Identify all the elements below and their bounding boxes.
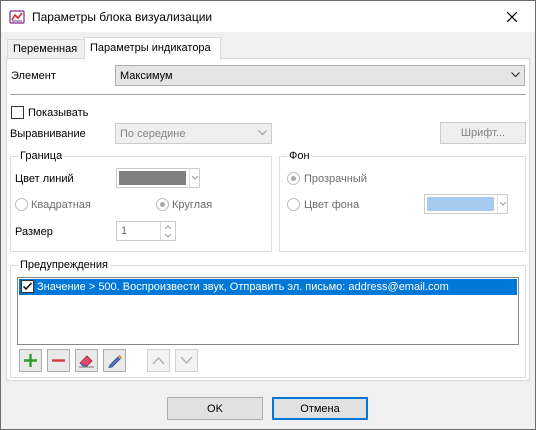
eraser-icon <box>79 355 94 368</box>
minus-icon <box>52 359 65 362</box>
add-warning-button[interactable] <box>19 349 42 372</box>
alignment-value: По середине <box>120 128 186 140</box>
transparent-radio[interactable] <box>287 172 300 185</box>
tab-indicator-settings[interactable]: Параметры индикатора <box>84 37 221 60</box>
element-value: Максимум <box>120 70 173 82</box>
plus-icon <box>24 354 37 367</box>
bg-color-picker[interactable] <box>424 194 508 214</box>
element-label: Элемент <box>11 70 56 82</box>
warning-text: Значение > 500. Воспроизвести звук, Отпр… <box>37 281 449 293</box>
warnings-list[interactable]: Значение > 500. Воспроизвести звук, Отпр… <box>17 277 519 345</box>
tab-label: Переменная <box>13 43 78 55</box>
line-color-label: Цвет линий <box>15 173 74 185</box>
element-select[interactable]: Максимум <box>115 65 525 86</box>
edit-warning-button[interactable] <box>103 349 126 372</box>
size-value: 1 <box>121 225 128 237</box>
close-icon <box>507 11 517 22</box>
pencil-icon <box>108 355 122 368</box>
warnings-group: Предупреждения Значение > 500. Воспроизв… <box>10 258 526 378</box>
line-color-swatch <box>119 171 186 185</box>
size-stepper[interactable]: 1 <box>116 221 176 241</box>
close-button[interactable] <box>489 1 535 32</box>
separator <box>10 94 526 95</box>
size-label: Размер <box>15 226 53 238</box>
window-title: Параметры блока визуализации <box>32 10 213 24</box>
tab-panel: Элемент Максимум Показывать Выравнивание… <box>6 58 530 381</box>
bg-color-radio[interactable] <box>287 198 300 211</box>
border-group-title: Граница <box>18 149 65 163</box>
chevron-down-icon <box>189 169 199 187</box>
move-up-button[interactable] <box>147 349 170 372</box>
ok-button[interactable]: OK <box>167 397 263 420</box>
chevron-down-icon <box>180 356 193 365</box>
clear-warnings-button[interactable] <box>75 349 98 372</box>
cancel-label: Отмена <box>300 402 340 415</box>
tab-label: Параметры индикатора <box>90 42 211 54</box>
chevron-down-icon <box>511 72 520 78</box>
dialog-window: Параметры блока визуализации Переменная … <box>0 0 536 430</box>
chevron-down-icon <box>258 130 267 136</box>
square-label: Квадратная <box>31 199 91 211</box>
ok-label: OK <box>207 402 223 415</box>
border-group: Граница Цвет линий Квадратная Круглая Ра… <box>10 149 272 252</box>
font-button-label: Шрифт... <box>460 127 506 139</box>
tab-variable[interactable]: Переменная <box>7 39 85 59</box>
chevron-down-icon <box>497 195 507 213</box>
alignment-select[interactable]: По середине <box>115 123 272 144</box>
alignment-label: Выравнивание <box>10 128 86 140</box>
chevron-up-icon <box>152 356 165 365</box>
checkmark-icon <box>23 282 33 291</box>
bg-color-swatch <box>427 197 494 211</box>
square-radio[interactable] <box>15 198 28 211</box>
warning-checkbox[interactable] <box>21 280 34 293</box>
line-color-picker[interactable] <box>116 168 200 188</box>
cancel-button[interactable]: Отмена <box>272 397 368 420</box>
font-button[interactable]: Шрифт... <box>440 122 526 144</box>
background-group: Фон Прозрачный Цвет фона <box>279 149 526 252</box>
round-label: Круглая <box>172 199 213 211</box>
transparent-label: Прозрачный <box>304 173 367 185</box>
warnings-group-title: Предупреждения <box>18 258 110 272</box>
title-bar: Параметры блока визуализации <box>1 1 535 32</box>
stepper-up-button[interactable] <box>160 222 175 231</box>
show-checkbox[interactable] <box>11 106 24 119</box>
stepper-down-button[interactable] <box>160 231 175 240</box>
bg-color-label: Цвет фона <box>304 199 360 211</box>
chevron-down-icon <box>165 233 171 238</box>
show-label: Показывать <box>28 107 89 119</box>
list-item[interactable]: Значение > 500. Воспроизвести звук, Отпр… <box>19 279 517 295</box>
chart-app-icon <box>9 10 25 24</box>
background-group-title: Фон <box>287 149 312 163</box>
chevron-up-icon <box>165 224 171 229</box>
move-down-button[interactable] <box>175 349 198 372</box>
remove-warning-button[interactable] <box>47 349 70 372</box>
round-radio[interactable] <box>156 198 169 211</box>
